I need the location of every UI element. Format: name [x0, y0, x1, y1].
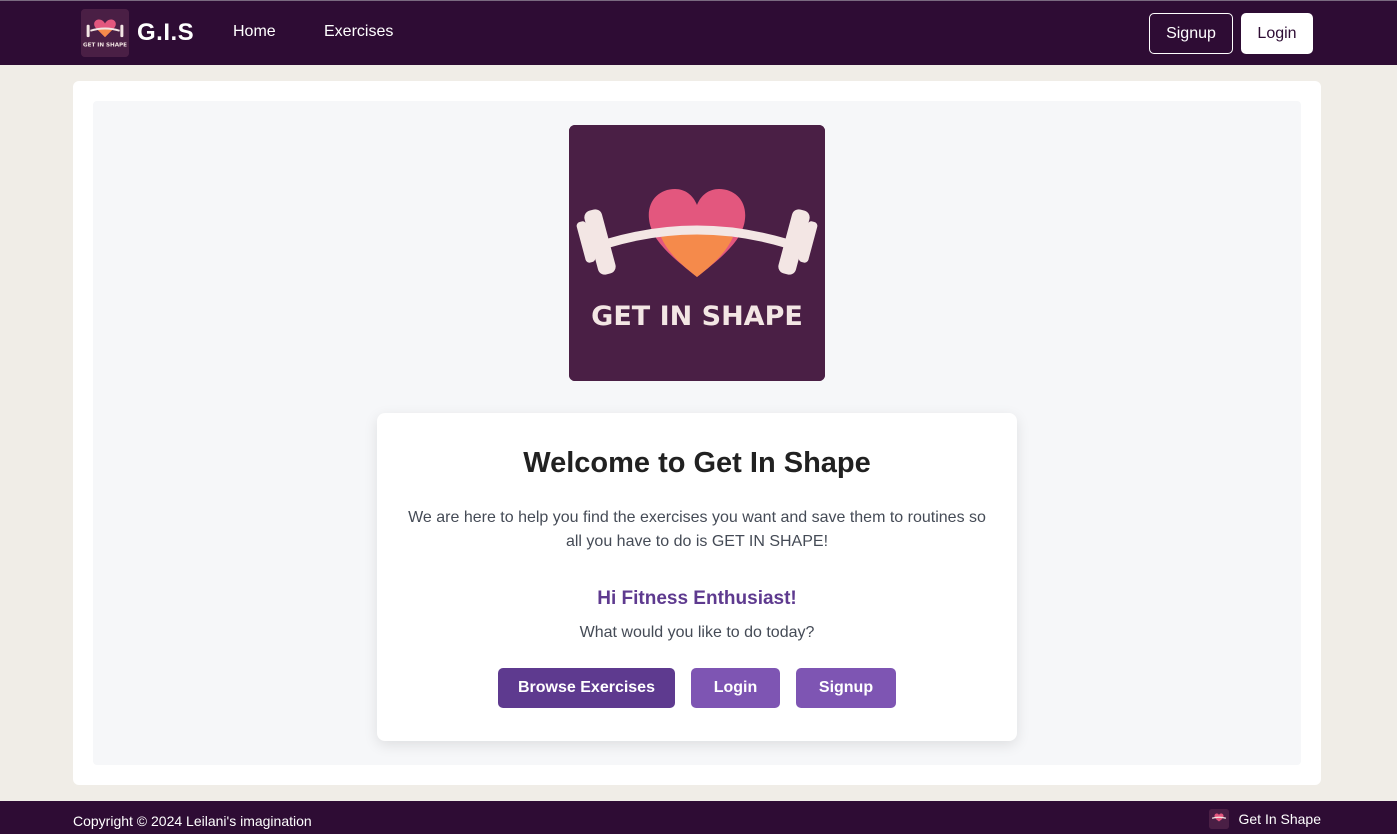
- nav-signup-button[interactable]: Signup: [1149, 13, 1233, 54]
- greeting-text: Hi Fitness Enthusiast!: [597, 588, 797, 609]
- main-container: GET IN SHAPE Welcome to Get In Shape We …: [73, 81, 1321, 785]
- brand-link[interactable]: GET IN SHAPE G.I.S: [81, 9, 194, 57]
- page-footer: Copyright © 2024 Leilani's imagination G…: [0, 801, 1397, 834]
- hero-logo-image: GET IN SHAPE: [569, 125, 825, 381]
- hero-logo-text: GET IN SHAPE: [591, 301, 803, 332]
- footer-brand: Get In Shape: [1209, 809, 1321, 829]
- signup-button[interactable]: Signup: [796, 668, 896, 708]
- welcome-title: Welcome to Get In Shape: [523, 447, 871, 479]
- hero-panel: GET IN SHAPE Welcome to Get In Shape We …: [93, 101, 1301, 765]
- top-navbar: GET IN SHAPE G.I.S Home Exercises Signup…: [0, 0, 1397, 65]
- brand-text: G.I.S: [137, 19, 195, 46]
- welcome-card: Welcome to Get In Shape We are here to h…: [377, 413, 1017, 741]
- nav-exercises-link[interactable]: Exercises: [324, 23, 393, 41]
- browse-exercises-button[interactable]: Browse Exercises: [498, 668, 675, 708]
- footer-logo-icon: [1209, 809, 1230, 829]
- copyright-text: Copyright © 2024 Leilani's imagination: [73, 813, 312, 829]
- brand-logo-icon: GET IN SHAPE: [81, 9, 129, 57]
- welcome-description: We are here to help you find the exercis…: [408, 509, 986, 550]
- svg-text:GET IN SHAPE: GET IN SHAPE: [83, 43, 127, 49]
- nav-home-link[interactable]: Home: [233, 23, 276, 41]
- nav-login-button[interactable]: Login: [1241, 13, 1313, 54]
- login-button[interactable]: Login: [691, 668, 780, 708]
- footer-brand-text: Get In Shape: [1238, 811, 1321, 827]
- question-text: What would you like to do today?: [579, 624, 815, 641]
